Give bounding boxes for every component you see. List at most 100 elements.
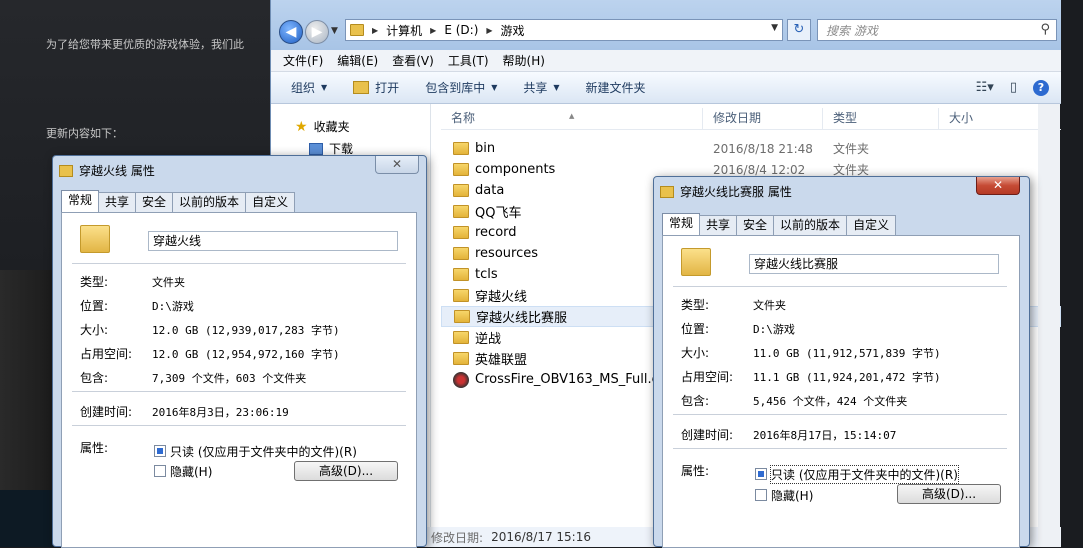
location-label: 位置: — [681, 322, 710, 336]
advanced-button[interactable]: 高级(D)... — [897, 484, 1001, 504]
folder-name-field[interactable]: 穿越火线比赛服 — [749, 254, 999, 274]
created-value: 2016年8月17日，15:14:07 — [753, 429, 897, 442]
readonly-label: 只读 (仅应用于文件夹中的文件)(R) — [170, 445, 357, 459]
tab-general[interactable]: 常规 — [61, 190, 100, 212]
tab-customize[interactable]: 自定义 — [846, 215, 897, 235]
chevron-right-icon[interactable]: ▶ — [486, 26, 492, 35]
folder-icon — [59, 164, 73, 177]
tab-strip: 常规 共享 安全 以前的版本 自定义 — [61, 190, 296, 212]
chevron-right-icon[interactable]: ▶ — [430, 26, 436, 35]
vertical-scrollbar[interactable] — [1038, 104, 1060, 547]
details-date-value: 2016/8/17 15:16 — [491, 530, 591, 544]
sort-up-icon: ▲ — [569, 112, 575, 120]
divider — [72, 425, 406, 426]
tab-customize[interactable]: 自定义 — [245, 192, 296, 212]
chevron-right-icon[interactable]: ▶ — [372, 26, 378, 35]
dialog-title-text: 穿越火线比赛服 属性 — [680, 185, 792, 199]
background-logo — [0, 490, 60, 547]
disk-size-value: 11.1 GB (11,924,201,472 字节) — [753, 371, 941, 384]
type-label: 类型: — [80, 275, 109, 289]
tab-sharing[interactable]: 共享 — [699, 215, 738, 235]
hidden-checkbox[interactable] — [154, 465, 166, 477]
include-in-library-button[interactable]: 包含到库中 ▼ — [425, 79, 497, 96]
organize-button[interactable]: 组织 ▼ — [291, 79, 327, 96]
column-date[interactable]: 修改日期 — [703, 108, 823, 129]
readonly-label: 只读 (仅应用于文件夹中的文件)(R) — [770, 465, 959, 484]
readonly-checkbox[interactable] — [154, 445, 166, 457]
type-label: 类型: — [681, 298, 710, 312]
breadcrumb-computer[interactable]: 计算机 — [386, 22, 422, 39]
nav-favorites[interactable]: ★ 收藏夹 — [295, 118, 350, 135]
menu-tools[interactable]: 工具(T) — [448, 52, 489, 69]
size-value: 11.0 GB (11,912,571,839 字节) — [753, 347, 941, 360]
tab-sharing[interactable]: 共享 — [98, 192, 137, 212]
help-icon[interactable]: ? — [1033, 80, 1049, 96]
search-input[interactable]: 搜索 游戏 ⚲ — [817, 19, 1057, 41]
new-folder-button[interactable]: 新建文件夹 — [586, 79, 646, 96]
tab-security[interactable]: 安全 — [736, 215, 775, 235]
chevron-down-icon[interactable]: ▼ — [771, 23, 778, 33]
menu-edit[interactable]: 编辑(E) — [337, 52, 378, 69]
address-bar[interactable]: ▶ 计算机 ▶ E (D:) ▶ 游戏 ▼ — [345, 19, 783, 41]
chevron-down-icon: ▼ — [491, 83, 498, 92]
dialog-title: 穿越火线 属性 — [59, 162, 155, 179]
general-panel: 穿越火线比赛服 类型: 文件夹 位置: D:\游戏 大小: 11.0 GB (1… — [662, 235, 1020, 548]
column-name-label: 名称 — [451, 111, 476, 125]
tab-security[interactable]: 安全 — [135, 192, 174, 212]
folder-icon — [453, 289, 469, 302]
preview-pane-icon[interactable]: ▯ — [1010, 80, 1017, 96]
details-date-label: 修改日期: — [431, 530, 484, 545]
divider — [673, 286, 1007, 287]
breadcrumb-drive[interactable]: E (D:) — [444, 23, 478, 37]
column-size[interactable]: 大小 — [939, 108, 1039, 129]
open-button[interactable]: 打开 — [353, 79, 399, 96]
history-dropdown-icon[interactable]: ▼ — [331, 26, 338, 36]
refresh-button[interactable]: ↻ — [787, 19, 811, 41]
search-icon[interactable]: ⚲ — [1040, 22, 1050, 37]
advanced-button[interactable]: 高级(D)... — [294, 461, 398, 481]
type-value: 文件夹 — [152, 276, 185, 289]
column-date-label: 修改日期 — [713, 111, 762, 125]
background-notice-text: 为了给您带来更优质的游戏体验，我们此 — [46, 38, 244, 51]
size-label: 大小: — [681, 346, 710, 360]
organize-label: 组织 — [291, 81, 316, 95]
forward-button[interactable]: ▶ — [305, 20, 329, 44]
view-options-icon[interactable]: ☷▾ — [976, 80, 994, 96]
hidden-label: 隐藏(H) — [170, 465, 213, 479]
folder-name-field[interactable]: 穿越火线 — [148, 231, 398, 251]
tab-general[interactable]: 常规 — [662, 213, 701, 235]
column-name[interactable]: 名称 ▲ — [441, 108, 703, 129]
column-size-label: 大小 — [949, 111, 974, 125]
menu-help[interactable]: 帮助(H) — [503, 52, 545, 69]
back-button[interactable]: ◀ — [279, 20, 303, 44]
close-button[interactable]: ✕ — [375, 156, 419, 174]
include-label: 包含到库中 — [425, 81, 486, 95]
file-row[interactable]: bin 2016/8/18 21:48 文件夹 — [441, 138, 1061, 159]
general-panel: 穿越火线 类型: 文件夹 位置: D:\游戏 大小: 12.0 GB (12,9… — [61, 212, 417, 548]
folder-icon — [453, 352, 469, 365]
chevron-down-icon: ▼ — [553, 83, 560, 92]
divider — [72, 263, 406, 264]
hidden-checkbox[interactable] — [755, 489, 767, 501]
crossfire-exe-icon — [453, 371, 469, 388]
column-headers: 名称 ▲ 修改日期 类型 大小 — [441, 108, 1061, 130]
open-folder-icon — [353, 81, 370, 94]
hidden-label: 隐藏(H) — [771, 489, 814, 503]
properties-dialog-crossfire: 穿越火线 属性 ✕ 常规 共享 安全 以前的版本 自定义 穿越火线 类型: 文件… — [52, 155, 427, 548]
file-date: 2016/8/18 21:48 — [713, 141, 813, 156]
created-value: 2016年8月3日，23:06:19 — [152, 406, 289, 419]
readonly-checkbox[interactable] — [755, 468, 767, 480]
created-label: 创建时间: — [80, 405, 133, 419]
close-button[interactable]: ✕ — [976, 177, 1020, 195]
folder-icon — [453, 163, 469, 176]
breadcrumb-games[interactable]: 游戏 — [501, 22, 525, 39]
share-button[interactable]: 共享 ▼ — [523, 79, 559, 96]
chevron-down-icon: ▼ — [321, 83, 328, 92]
file-name: components — [475, 162, 556, 177]
menu-view[interactable]: 查看(V) — [392, 52, 434, 69]
menu-file[interactable]: 文件(F) — [283, 52, 323, 69]
tab-previous-versions[interactable]: 以前的版本 — [773, 215, 848, 235]
folder-icon — [453, 205, 469, 218]
tab-previous-versions[interactable]: 以前的版本 — [172, 192, 247, 212]
column-type[interactable]: 类型 — [823, 108, 939, 129]
